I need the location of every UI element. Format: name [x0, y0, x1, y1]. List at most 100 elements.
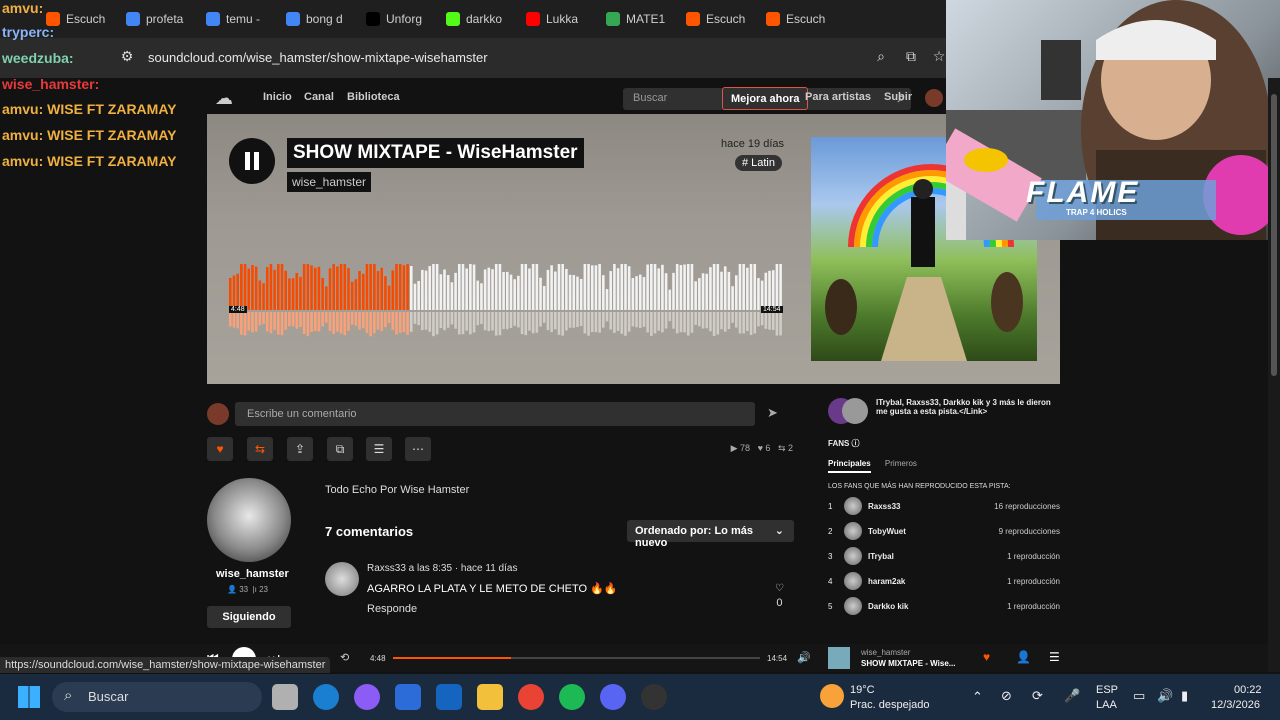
- browser-tab[interactable]: Unforg: [366, 6, 440, 32]
- waveform-reflection: [332, 312, 335, 334]
- genre-tag[interactable]: # Latin: [734, 155, 782, 171]
- comment-like[interactable]: ♡ 0: [775, 583, 784, 609]
- avatar[interactable]: [925, 89, 943, 107]
- fan-user[interactable]: haram2ak: [868, 577, 905, 586]
- taskbar-search[interactable]: ⌕ Buscar: [52, 682, 262, 712]
- tab-favicon-icon: [686, 12, 700, 26]
- reply-link[interactable]: Responde: [367, 603, 417, 615]
- clock-date[interactable]: 12/3/2026: [1211, 699, 1260, 711]
- browser-tab[interactable]: temu -: [206, 6, 280, 32]
- send-icon[interactable]: ➤: [767, 405, 778, 421]
- add-to-queue-button[interactable]: ☰: [366, 437, 392, 461]
- zoom-icon[interactable]: ⌕: [872, 48, 890, 66]
- file-explorer-icon[interactable]: [477, 684, 503, 710]
- soundcloud-logo-icon[interactable]: ☁: [215, 88, 233, 109]
- likers-avatars[interactable]: [828, 398, 868, 424]
- player-title[interactable]: SHOW MIXTAPE - Wise...: [861, 659, 955, 668]
- language-2[interactable]: LAA: [1096, 699, 1117, 711]
- browser-tab[interactable]: MATE1: [606, 6, 680, 32]
- app-icon[interactable]: [641, 684, 667, 710]
- fan-row[interactable]: 4 haram2ak 1 reproducción: [828, 571, 1060, 591]
- repost-button[interactable]: ⇆: [247, 437, 273, 461]
- network-icon[interactable]: ⊘: [1001, 688, 1012, 704]
- volume-icon[interactable]: 🔊: [797, 651, 811, 664]
- like-button[interactable]: ♥: [207, 437, 233, 461]
- mini-cover-art[interactable]: [828, 647, 850, 669]
- fan-row[interactable]: 5 Darkko kik 1 reproducción: [828, 596, 1060, 616]
- sync-icon[interactable]: ⟳: [1032, 688, 1043, 704]
- following-button[interactable]: Siguiendo: [207, 606, 291, 628]
- fan-user[interactable]: Darkko kik: [868, 602, 908, 611]
- fan-row[interactable]: 3 ITrybal 1 reproducción: [828, 546, 1060, 566]
- waveform[interactable]: [229, 264, 783, 342]
- browser-tab[interactable]: Escuch: [46, 6, 120, 32]
- uploader-avatar[interactable]: [207, 478, 291, 562]
- nav-upload[interactable]: Subir: [884, 91, 912, 103]
- browser-tab[interactable]: Lukka: [526, 6, 600, 32]
- comment-input[interactable]: Escribe un comentario: [235, 402, 755, 426]
- browser-tab[interactable]: Escuch: [686, 6, 760, 32]
- player-like-icon[interactable]: ♥: [983, 650, 990, 664]
- fan-user[interactable]: TobyWuet: [868, 527, 906, 536]
- start-icon[interactable]: [18, 686, 40, 708]
- uploader-name[interactable]: wise_hamster: [216, 568, 289, 580]
- nav-artists[interactable]: Para artistas: [805, 91, 871, 103]
- fan-row[interactable]: 1 Raxss33 16 reproducciones: [828, 496, 1060, 516]
- chevron-up-icon[interactable]: ⌃: [972, 689, 983, 705]
- player-artist[interactable]: wise_hamster: [861, 648, 910, 657]
- chrome-icon[interactable]: [518, 684, 544, 710]
- language-1[interactable]: ESP: [1096, 684, 1118, 696]
- task-view-icon[interactable]: [272, 684, 298, 710]
- browser-tab[interactable]: darkko: [446, 6, 520, 32]
- weather-icon[interactable]: [820, 684, 844, 708]
- nav-biblioteca[interactable]: Biblioteca: [347, 91, 400, 103]
- nav-canal[interactable]: Canal: [304, 91, 334, 103]
- site-settings-icon[interactable]: ⚙: [118, 48, 136, 66]
- nav-inicio[interactable]: Inicio: [263, 91, 292, 103]
- clock-time[interactable]: 00:22: [1234, 684, 1262, 696]
- queue-icon[interactable]: ☰: [1049, 650, 1060, 664]
- copilot-icon[interactable]: [354, 684, 380, 710]
- weather-temp[interactable]: 19°C: [850, 684, 875, 696]
- tab-label: darkko: [466, 12, 503, 26]
- track-artist[interactable]: wise_hamster: [287, 172, 372, 192]
- heart-icon[interactable]: ♡: [775, 583, 784, 594]
- comment-like-count: 0: [776, 597, 783, 609]
- comment-avatar[interactable]: [325, 562, 359, 596]
- display-icon[interactable]: ▭: [1133, 688, 1145, 704]
- upgrade-button[interactable]: Mejora ahora: [722, 87, 809, 110]
- tab-primeros[interactable]: Primeros: [885, 459, 917, 468]
- spotify-icon[interactable]: [559, 684, 585, 710]
- fan-user[interactable]: ITrybal: [868, 552, 894, 561]
- microphone-icon[interactable]: 🎤: [1064, 688, 1080, 704]
- scrollbar[interactable]: [1268, 78, 1280, 672]
- repeat-icon[interactable]: ⟲: [340, 651, 349, 664]
- tab-principales[interactable]: Principales: [828, 459, 871, 473]
- pause-button[interactable]: [229, 138, 275, 184]
- more-button[interactable]: ⋯: [405, 437, 431, 461]
- store-icon[interactable]: [395, 684, 421, 710]
- volume-icon[interactable]: 🔊: [1157, 688, 1173, 704]
- fan-row[interactable]: 2 TobyWuet 9 reproducciones: [828, 521, 1060, 541]
- player-follow-icon[interactable]: 👤: [1016, 650, 1031, 664]
- waveform-reflection: [247, 312, 251, 331]
- weather-desc[interactable]: Prac. despejado: [850, 699, 930, 711]
- copy-link-button[interactable]: ⧉: [327, 437, 353, 461]
- sort-dropdown[interactable]: Ordenado por: Lo más nuevo ⌄: [627, 520, 794, 549]
- share-button[interactable]: ⇪: [287, 437, 313, 461]
- discord-icon[interactable]: [600, 684, 626, 710]
- browser-tab[interactable]: profeta: [126, 6, 200, 32]
- battery-icon[interactable]: ▮: [1181, 688, 1188, 704]
- outlook-icon[interactable]: [436, 684, 462, 710]
- install-icon[interactable]: ⧉: [902, 48, 920, 66]
- url-field[interactable]: soundcloud.com/wise_hamster/show-mixtape…: [148, 50, 488, 65]
- avatar: [207, 403, 229, 425]
- waveform-reflection: [731, 312, 734, 323]
- browser-tab[interactable]: bong d: [286, 6, 360, 32]
- waveform-bar: [727, 271, 731, 310]
- progress-bar[interactable]: [393, 657, 760, 659]
- fan-user[interactable]: Raxss33: [868, 502, 900, 511]
- edge-icon[interactable]: [313, 684, 339, 710]
- scrollbar-thumb[interactable]: [1271, 94, 1277, 376]
- browser-tab[interactable]: Escuch: [766, 6, 840, 32]
